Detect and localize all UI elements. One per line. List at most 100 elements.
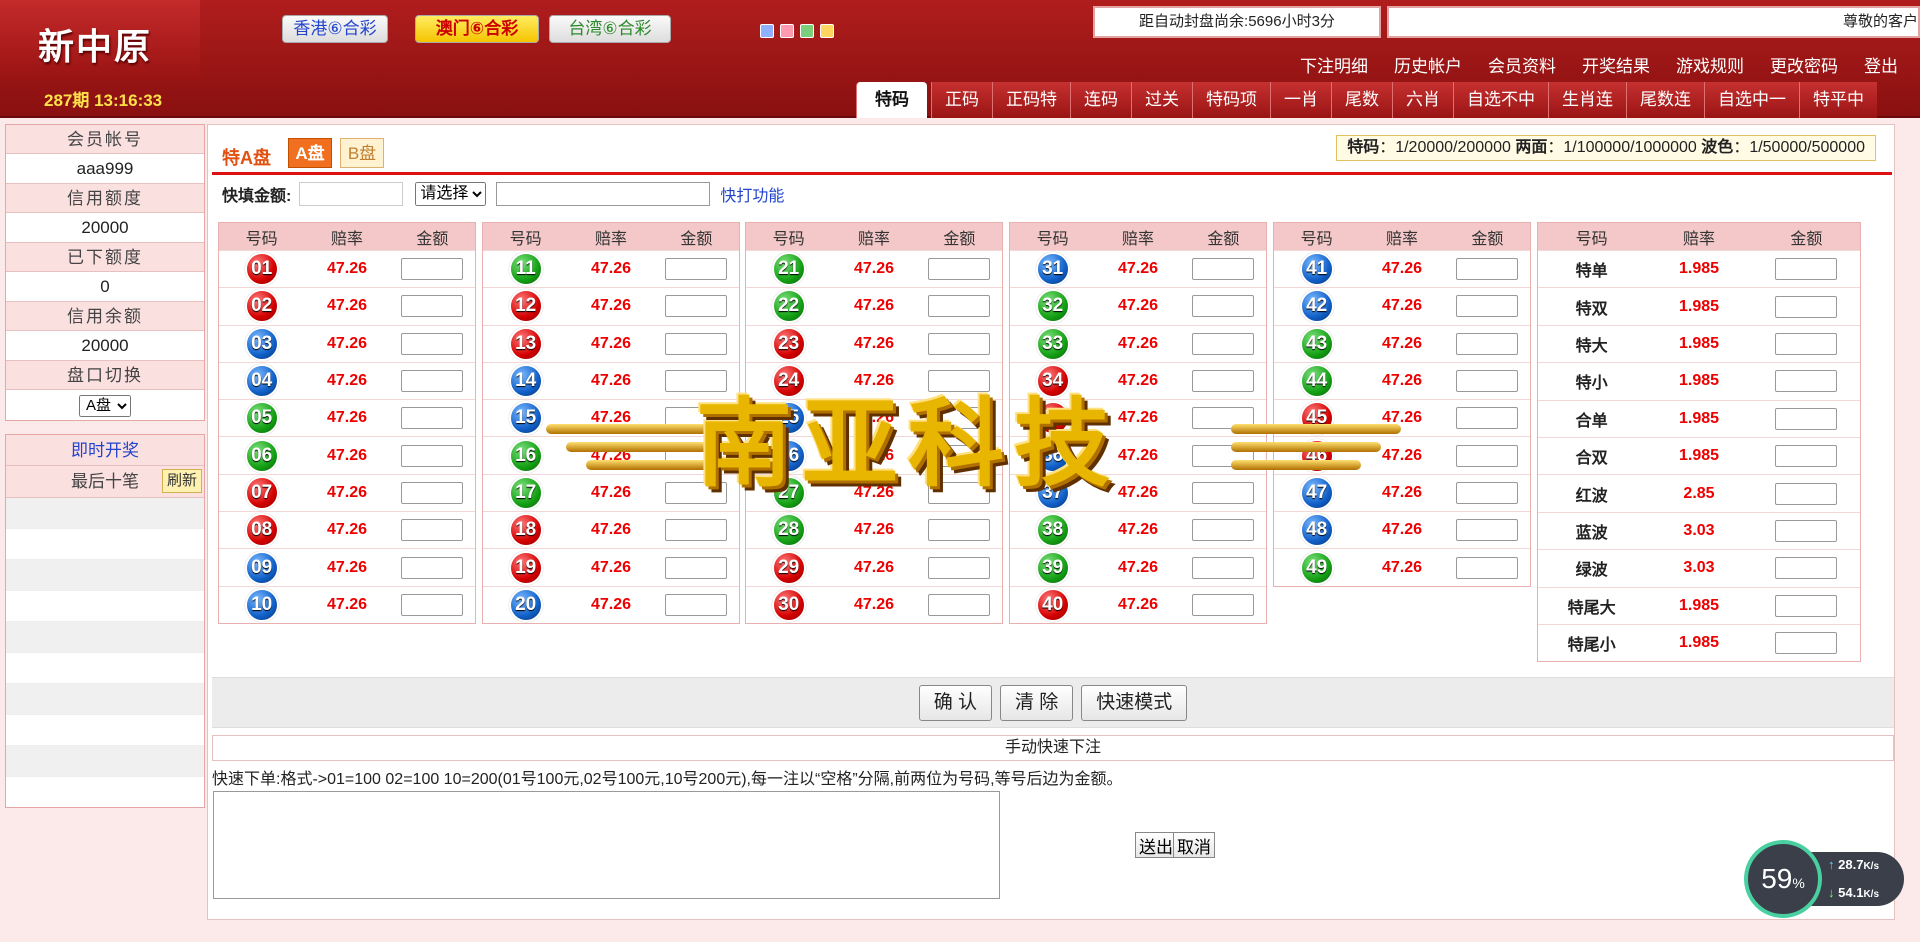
tab-game-4[interactable]: 过关 <box>1131 82 1192 118</box>
manual-bet-textarea[interactable] <box>213 791 1000 899</box>
amount-input[interactable] <box>1775 482 1838 505</box>
amount-input[interactable] <box>1192 332 1255 355</box>
tab-game-6[interactable]: 一肖 <box>1270 82 1331 118</box>
tab-game-11[interactable]: 尾数连 <box>1626 82 1704 118</box>
clear-button[interactable]: 清 除 <box>999 684 1074 721</box>
amount-input[interactable] <box>1775 445 1838 468</box>
amount-input[interactable] <box>401 370 464 393</box>
tab-game-13[interactable]: 特平中 <box>1799 82 1877 118</box>
amount-input[interactable] <box>1192 556 1255 579</box>
theme-blue-icon[interactable] <box>760 24 774 38</box>
amount-input[interactable] <box>928 556 991 579</box>
tab-game-1[interactable]: 正码 <box>931 82 992 118</box>
nav-history[interactable]: 历史帐户 <box>1394 52 1462 77</box>
amount-input[interactable] <box>665 370 728 393</box>
tab-game-7[interactable]: 尾数 <box>1331 82 1392 118</box>
amount-input[interactable] <box>665 258 728 281</box>
nav-rules[interactable]: 游戏规则 <box>1676 52 1744 77</box>
quick-fill-text-input[interactable] <box>496 181 711 206</box>
theme-yellow-icon[interactable] <box>820 24 834 38</box>
amount-input[interactable] <box>401 519 464 542</box>
amount-input[interactable] <box>1192 370 1255 393</box>
amount-input[interactable] <box>1456 370 1519 393</box>
amount-input[interactable] <box>401 258 464 281</box>
amount-input[interactable] <box>1192 593 1255 616</box>
tab-game-0[interactable]: 特码 <box>856 82 927 118</box>
tab-game-8[interactable]: 六肖 <box>1392 82 1453 118</box>
tab-game-5[interactable]: 特码项 <box>1192 82 1270 118</box>
amount-input[interactable] <box>928 444 991 467</box>
amount-input[interactable] <box>1456 556 1519 579</box>
amount-input[interactable] <box>1775 332 1838 355</box>
amount-input[interactable] <box>1192 258 1255 281</box>
nav-logout[interactable]: 登出 <box>1864 52 1898 77</box>
quick-fill-select[interactable]: 请选择 <box>415 181 487 206</box>
amount-input[interactable] <box>1456 481 1519 504</box>
quick-bet-link[interactable]: 快打功能 <box>720 182 784 206</box>
amount-input[interactable] <box>401 407 464 430</box>
amount-input[interactable] <box>1456 444 1519 467</box>
amount-input[interactable] <box>928 407 991 430</box>
tab-game-3[interactable]: 连码 <box>1070 82 1131 118</box>
nav-change-password[interactable]: 更改密码 <box>1770 52 1838 77</box>
amount-input[interactable] <box>928 481 991 504</box>
amount-input[interactable] <box>1456 407 1519 430</box>
quick-fill-amount-input[interactable] <box>299 181 404 206</box>
amount-input[interactable] <box>928 295 991 318</box>
amount-input[interactable] <box>928 370 991 393</box>
amount-input[interactable] <box>1456 295 1519 318</box>
amount-input[interactable] <box>401 593 464 616</box>
nav-results[interactable]: 开奖结果 <box>1582 52 1650 77</box>
amount-input[interactable] <box>1192 519 1255 542</box>
amount-input[interactable] <box>1456 332 1519 355</box>
panel-switch-select[interactable]: A盘 <box>79 394 131 417</box>
theme-pink-icon[interactable] <box>780 24 794 38</box>
amount-input[interactable] <box>1192 481 1255 504</box>
tab-game-12[interactable]: 自选中一 <box>1704 82 1799 118</box>
nav-bet-details[interactable]: 下注明细 <box>1300 52 1368 77</box>
amount-input[interactable] <box>401 295 464 318</box>
theme-green-icon[interactable] <box>800 24 814 38</box>
amount-input[interactable] <box>1192 444 1255 467</box>
amount-input[interactable] <box>665 519 728 542</box>
amount-input[interactable] <box>1775 519 1838 542</box>
refresh-button[interactable]: 刷新 <box>161 469 202 493</box>
amount-input[interactable] <box>1192 295 1255 318</box>
amount-input[interactable] <box>1456 258 1519 281</box>
amount-input[interactable] <box>665 332 728 355</box>
amount-input[interactable] <box>401 332 464 355</box>
fast-mode-button[interactable]: 快速模式 <box>1081 684 1188 721</box>
amount-input[interactable] <box>1775 594 1838 617</box>
lottery-tab-macau[interactable]: 澳门⑥合彩 <box>415 15 539 43</box>
manual-cancel-button[interactable]: 取消 <box>1173 832 1215 858</box>
amount-input[interactable] <box>665 295 728 318</box>
live-draw-link[interactable]: 即时开奖 <box>6 435 204 466</box>
manual-send-button[interactable]: 送出 <box>1135 832 1177 858</box>
amount-input[interactable] <box>1192 407 1255 430</box>
amount-input[interactable] <box>928 519 991 542</box>
tab-game-9[interactable]: 自选不中 <box>1453 82 1548 118</box>
nav-member-info[interactable]: 会员资料 <box>1488 52 1556 77</box>
amount-input[interactable] <box>665 556 728 579</box>
amount-input[interactable] <box>1775 295 1838 318</box>
amount-input[interactable] <box>401 444 464 467</box>
amount-input[interactable] <box>401 481 464 504</box>
amount-input[interactable] <box>665 593 728 616</box>
amount-input[interactable] <box>1775 258 1838 281</box>
amount-input[interactable] <box>928 593 991 616</box>
amount-input[interactable] <box>1775 557 1838 580</box>
panel-b-button[interactable]: B盘 <box>340 138 384 168</box>
amount-input[interactable] <box>1456 519 1519 542</box>
amount-input[interactable] <box>1775 370 1838 393</box>
tab-game-10[interactable]: 生肖连 <box>1548 82 1626 118</box>
amount-input[interactable] <box>1775 407 1838 430</box>
confirm-button[interactable]: 确 认 <box>918 684 992 721</box>
amount-input[interactable] <box>1775 632 1838 655</box>
amount-input[interactable] <box>401 556 464 579</box>
amount-input[interactable] <box>928 332 991 355</box>
panel-a-button[interactable]: A盘 <box>288 138 332 168</box>
amount-input[interactable] <box>665 407 728 430</box>
amount-input[interactable] <box>928 258 991 281</box>
amount-input[interactable] <box>665 444 728 467</box>
network-speed-widget[interactable]: ↑ 28.7K/s ↓ 54.1K/s 59% <box>1744 840 1904 918</box>
